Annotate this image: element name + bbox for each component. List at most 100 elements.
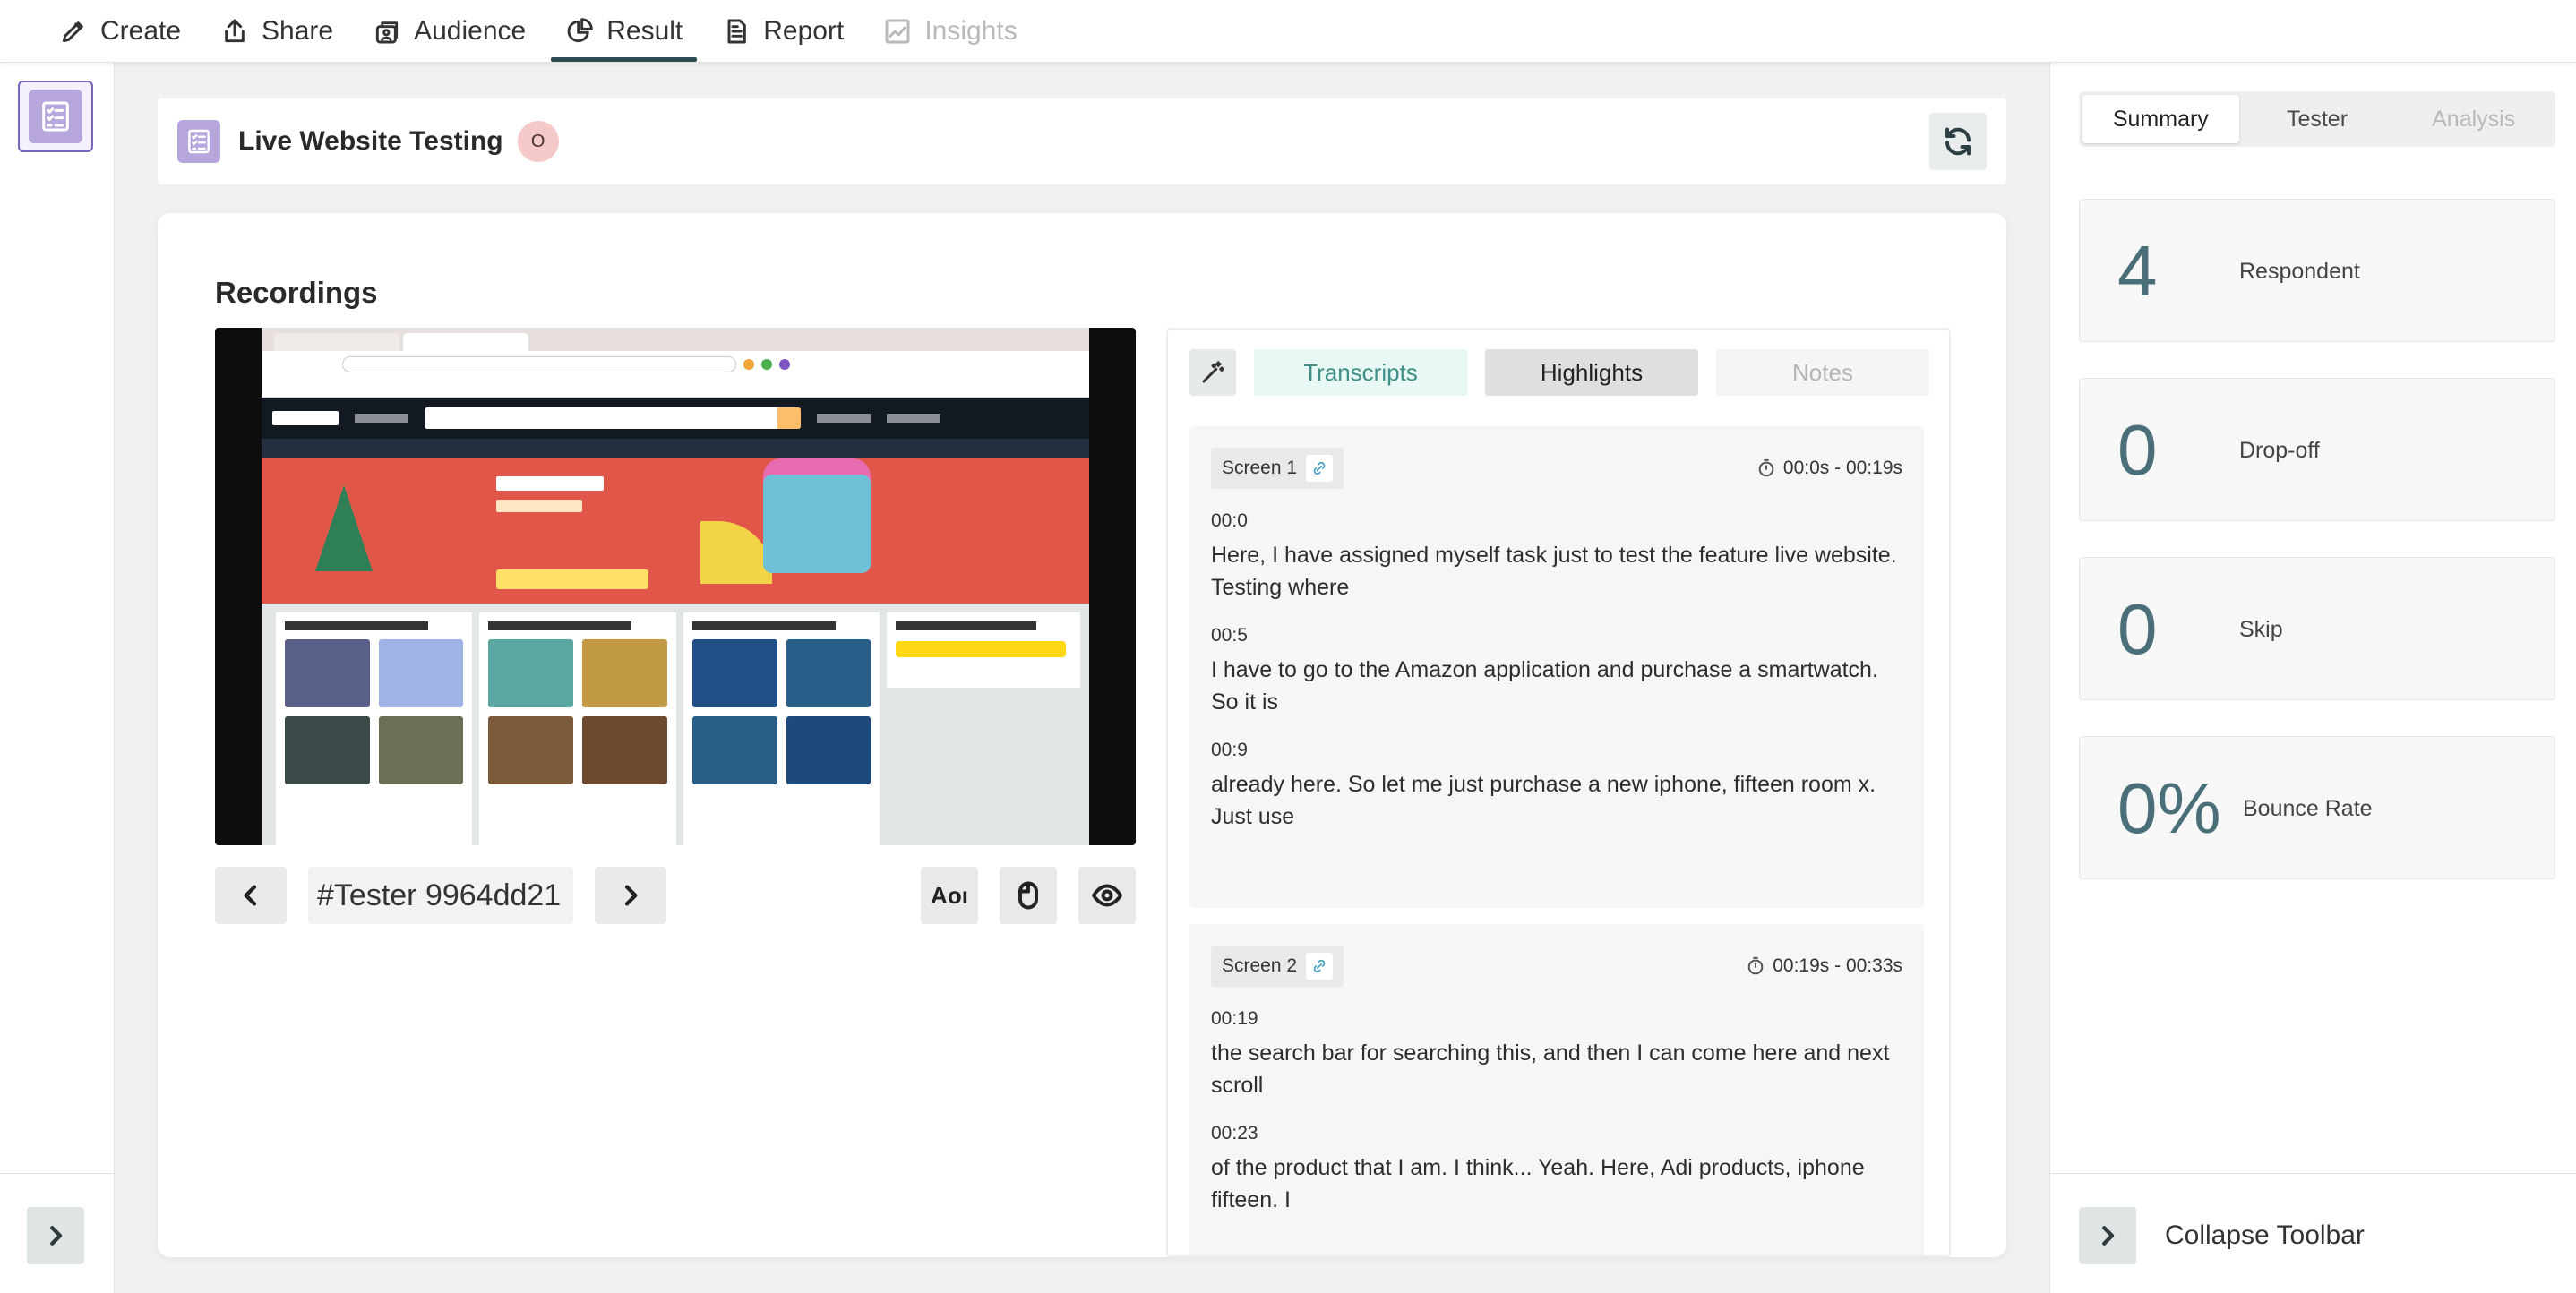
store-subnav xyxy=(262,439,1089,458)
eye-tracking-button[interactable] xyxy=(1078,867,1136,924)
nav-report-label: Report xyxy=(763,15,845,46)
tab-tester[interactable]: Tester xyxy=(2239,95,2396,143)
product-thumb xyxy=(582,639,667,707)
chevron-right-icon xyxy=(624,885,638,906)
chevron-right-icon xyxy=(50,1226,63,1246)
product-thumb xyxy=(488,639,574,707)
time-range-text: 00:0s - 00:19s xyxy=(1782,458,1902,478)
tab-highlights[interactable]: Highlights xyxy=(1485,349,1698,396)
stat-value: 4 xyxy=(2117,231,2158,311)
left-rail xyxy=(0,63,115,1293)
product-thumb xyxy=(488,716,574,784)
product-thumb xyxy=(691,639,777,707)
chevron-left-icon xyxy=(244,885,257,906)
summary-tabs: Summary Tester Analysis xyxy=(2079,91,2555,147)
nav-report[interactable]: Report xyxy=(702,0,863,62)
previous-tester-button[interactable] xyxy=(215,867,287,924)
link-icon[interactable] xyxy=(1306,455,1334,482)
screen-transcript-block: Screen 1 00:0s - 00:19s 00:0 Here, I hav… xyxy=(1189,426,1924,908)
entry-timestamp: 00:0 xyxy=(1211,510,1248,531)
expand-rail-button[interactable] xyxy=(27,1207,84,1264)
playhouse-graphic xyxy=(763,475,871,573)
banner-subline xyxy=(496,500,582,512)
stat-card-bounce-rate: 0% Bounce Rate xyxy=(2079,736,2555,879)
screen-transcript-block: Screen 2 00:19s - 00:33s 00:19 the searc… xyxy=(1189,924,1924,1255)
timer-icon xyxy=(1747,956,1764,975)
recorded-website-frame xyxy=(262,328,1089,845)
share-icon xyxy=(225,19,245,42)
nav-share[interactable]: Share xyxy=(201,0,353,62)
product-thumb xyxy=(582,716,667,784)
product-thumb xyxy=(285,639,370,707)
transcript-entry[interactable]: 00:9 already here. So let me just purcha… xyxy=(1211,740,1902,833)
card-grid xyxy=(691,639,872,784)
link-icon[interactable] xyxy=(1306,953,1334,980)
transcript-entry[interactable]: 00:5 I have to go to the Amazon applicat… xyxy=(1211,625,1902,718)
entry-text: Here, I have assigned myself task just t… xyxy=(1211,543,1897,600)
recording-video-player[interactable] xyxy=(215,328,1136,845)
nav-audience[interactable]: Audience xyxy=(353,0,545,62)
report-icon xyxy=(727,19,747,43)
refresh-icon xyxy=(1945,127,1971,156)
tab-summary[interactable]: Summary xyxy=(2082,95,2239,143)
magic-wand-button[interactable] xyxy=(1189,349,1236,396)
cashback-strip xyxy=(496,569,648,589)
entry-text: of the product that I am. I think... Yea… xyxy=(1211,1155,1865,1212)
transcript-entry[interactable]: 00:23 of the product that I am. I think.… xyxy=(1211,1123,1902,1216)
browser-tab-active xyxy=(403,333,528,351)
product-thumb xyxy=(786,639,872,707)
product-thumb xyxy=(691,716,777,784)
nav-insights[interactable]: Insights xyxy=(863,0,1036,62)
sign-in-button-graphic xyxy=(896,641,1067,657)
screen-time-range: 00:0s - 00:19s xyxy=(1756,458,1902,479)
summary-sidebar: Summary Tester Analysis 4 Respondent 0 D… xyxy=(2049,63,2576,1293)
collapse-toolbar-label[interactable]: Collapse Toolbar xyxy=(2165,1207,2365,1264)
collapse-toolbar-button[interactable] xyxy=(2079,1207,2136,1264)
card-grid xyxy=(285,639,464,784)
extension-icon xyxy=(761,359,772,370)
top-navigation: Create Share Audience Result Report Insi… xyxy=(0,0,2576,63)
stat-card-drop-off: 0 Drop-off xyxy=(2079,378,2555,521)
deal-card xyxy=(276,612,473,845)
heatmap-button[interactable] xyxy=(1000,867,1057,924)
bookmarks-bar xyxy=(262,378,1089,398)
screen-label-chip: Screen 1 xyxy=(1211,448,1344,489)
stat-value: 0 xyxy=(2117,589,2158,669)
screen-header: Screen 2 00:19s - 00:33s xyxy=(1211,946,1902,987)
stat-label: Skip xyxy=(2239,616,2283,642)
tab-transcripts[interactable]: Transcripts xyxy=(1254,349,1467,396)
status-badge: O xyxy=(517,121,559,162)
tab-notes[interactable]: Notes xyxy=(1716,349,1929,396)
sidebar-divider xyxy=(2050,1173,2576,1174)
study-tile[interactable] xyxy=(18,81,93,152)
nav-result[interactable]: Result xyxy=(545,0,702,62)
screen-label-chip: Screen 2 xyxy=(1211,946,1344,987)
screen-header: Screen 1 00:0s - 00:19s xyxy=(1211,448,1902,489)
tree-graphic xyxy=(315,485,373,571)
stat-card-skip: 0 Skip xyxy=(2079,557,2555,700)
tab-analysis[interactable]: Analysis xyxy=(2395,95,2552,143)
stat-label: Drop-off xyxy=(2239,437,2320,463)
entry-text: I have to go to the Amazon application a… xyxy=(1211,657,1878,715)
next-tester-button[interactable] xyxy=(595,867,666,924)
card-title xyxy=(691,621,836,630)
browser-tabs xyxy=(262,328,1089,351)
browser-tab xyxy=(274,333,399,351)
screen-label: Screen 2 xyxy=(1222,955,1298,976)
product-thumb xyxy=(786,716,872,784)
store-logo xyxy=(272,411,339,425)
nav-create[interactable]: Create xyxy=(39,0,201,62)
task-list-icon xyxy=(29,90,82,143)
nav-result-label: Result xyxy=(606,15,683,46)
transcript-entry[interactable]: 00:19 the search bar for searching this,… xyxy=(1211,1008,1902,1101)
stat-value: 0% xyxy=(2117,768,2221,848)
transcript-entry[interactable]: 00:0 Here, I have assigned myself task j… xyxy=(1211,510,1902,604)
magic-wand-icon xyxy=(1202,361,1224,383)
pie-chart-icon xyxy=(567,17,594,42)
card-title xyxy=(488,621,632,630)
extension-icon xyxy=(743,359,754,370)
aoi-button[interactable]: Aoı xyxy=(921,867,978,924)
refresh-button[interactable] xyxy=(1929,113,1987,170)
task-list-icon xyxy=(177,120,220,163)
time-range-text: 00:19s - 00:33s xyxy=(1773,955,1902,976)
